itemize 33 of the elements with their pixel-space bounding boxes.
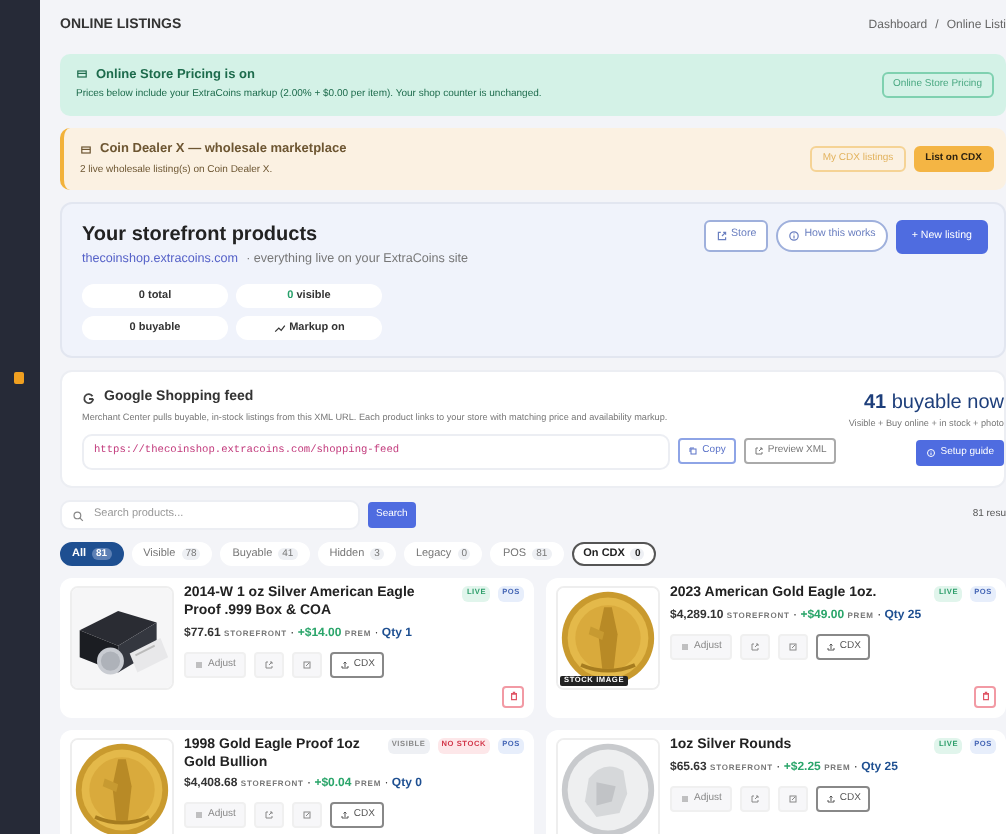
edit-icon [787, 642, 798, 653]
card-icon [80, 143, 92, 156]
external-link-icon [749, 642, 760, 653]
section-title: Your storefront products [82, 222, 320, 250]
search-icon [72, 509, 84, 522]
external-link-icon [749, 793, 760, 804]
edit-icon [301, 659, 312, 670]
sidebar-badge [14, 372, 24, 384]
open-button[interactable] [253, 802, 284, 829]
edit-button[interactable] [777, 634, 808, 661]
trash-icon [507, 690, 519, 703]
buyable-count: 41 buyable now [863, 390, 1004, 419]
card-icon [76, 68, 88, 81]
info-icon [926, 448, 937, 459]
trend-icon [273, 322, 286, 335]
edit-icon [301, 810, 312, 821]
info-icon [788, 230, 801, 242]
open-button[interactable] [739, 785, 770, 812]
delete-button[interactable] [974, 685, 996, 708]
external-link-icon [263, 810, 274, 821]
edit-button[interactable] [291, 802, 322, 829]
edit-button[interactable] [777, 785, 808, 812]
external-link-icon [753, 446, 764, 457]
edit-button[interactable] [291, 651, 322, 678]
google-icon [82, 392, 96, 407]
edit-icon [787, 793, 798, 804]
external-link-icon [263, 659, 274, 670]
open-button[interactable] [253, 651, 284, 678]
open-button[interactable] [739, 634, 770, 661]
external-link-icon [715, 230, 728, 242]
copy-icon [688, 446, 699, 457]
delete-button[interactable] [502, 685, 524, 708]
trash-icon [979, 690, 991, 703]
